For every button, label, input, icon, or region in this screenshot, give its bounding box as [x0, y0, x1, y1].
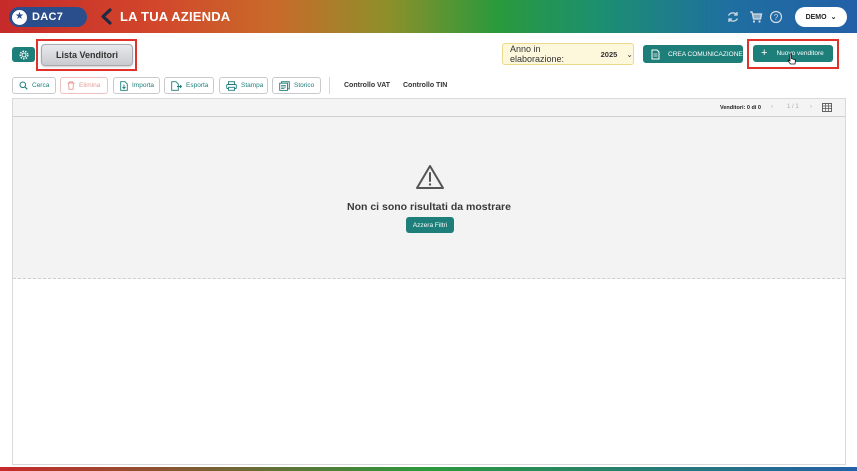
plus-icon: +	[761, 47, 768, 59]
page-indicator: 1 / 1	[787, 104, 799, 110]
app-header: ★ DAC7 LA TUA AZIENDA ? DEMO ⌄	[0, 0, 857, 33]
help-icon[interactable]: ?	[769, 10, 783, 24]
history-button[interactable]: Storico	[272, 77, 321, 94]
import-button[interactable]: Importa	[113, 77, 160, 94]
delete-button[interactable]: Elimina	[60, 77, 108, 94]
trash-icon	[67, 81, 75, 90]
refresh-icon[interactable]	[726, 10, 740, 24]
print-button[interactable]: Stampa	[219, 77, 268, 94]
columns-icon[interactable]	[822, 103, 832, 112]
back-arrow-icon[interactable]	[99, 8, 113, 25]
export-button[interactable]: Esporta	[164, 77, 214, 94]
chevron-down-icon: ⌄	[626, 49, 633, 59]
export-file-icon	[171, 80, 182, 91]
search-icon	[19, 81, 28, 90]
year-label: Anno in elaborazione:	[510, 44, 565, 64]
tin-check-link[interactable]: Controllo TIN	[403, 82, 447, 89]
year-selector[interactable]: Anno in elaborazione: 2025 ⌄	[502, 43, 634, 65]
mouse-cursor-icon	[787, 53, 796, 65]
empty-state: Non ci sono risultati da mostrare Azzera…	[13, 117, 845, 279]
table-header-bar: Venditori: 0 di 0 ‹ 1 / 1 ›	[13, 99, 845, 117]
tab-lista-venditori[interactable]: Lista Venditori	[41, 44, 133, 66]
next-page-icon[interactable]: ›	[810, 104, 812, 110]
star-icon: ★	[12, 9, 27, 25]
cart-icon[interactable]	[749, 10, 763, 24]
vat-check-link[interactable]: Controllo VAT	[344, 82, 390, 89]
history-label: Storico	[294, 82, 315, 89]
delete-label: Elimina	[79, 82, 101, 89]
seller-count: Venditori: 0 di 0	[720, 105, 761, 111]
app-logo[interactable]: ★ DAC7	[9, 7, 87, 27]
import-label: Importa	[132, 82, 155, 89]
sellers-table-panel: Venditori: 0 di 0 ‹ 1 / 1 › Non ci sono …	[12, 98, 846, 465]
create-communication-button[interactable]: CREA COMUNICAZIONE	[643, 45, 743, 63]
document-icon	[651, 49, 660, 59]
create-communication-label: CREA COMUNICAZIONE	[668, 50, 743, 58]
reset-filters-button[interactable]: Azzera Filtri	[406, 217, 454, 233]
chevron-down-icon: ⌄	[830, 14, 837, 21]
print-label: Stampa	[241, 82, 264, 89]
gear-icon	[19, 50, 28, 59]
company-title: LA TUA AZIENDA	[120, 9, 231, 24]
warning-icon	[416, 165, 444, 189]
logo-text: DAC7	[32, 11, 64, 23]
empty-message: Non ci sono risultati da mostrare	[347, 201, 511, 213]
toolbar-divider	[329, 77, 330, 94]
user-menu-button[interactable]: DEMO ⌄	[795, 7, 847, 27]
new-seller-label: Nuovo venditore	[776, 50, 824, 57]
svg-text:?: ?	[774, 13, 779, 22]
search-button[interactable]: Cerca	[12, 77, 56, 94]
user-name: DEMO	[805, 13, 827, 21]
settings-button[interactable]	[12, 47, 35, 62]
search-label: Cerca	[32, 82, 50, 89]
year-value: 2025	[600, 49, 618, 59]
export-label: Esporta	[186, 82, 209, 89]
printer-icon	[226, 80, 237, 91]
prev-page-icon[interactable]: ‹	[771, 104, 773, 110]
footer-strip	[0, 467, 857, 471]
import-file-icon	[120, 80, 128, 91]
history-icon	[279, 80, 290, 91]
